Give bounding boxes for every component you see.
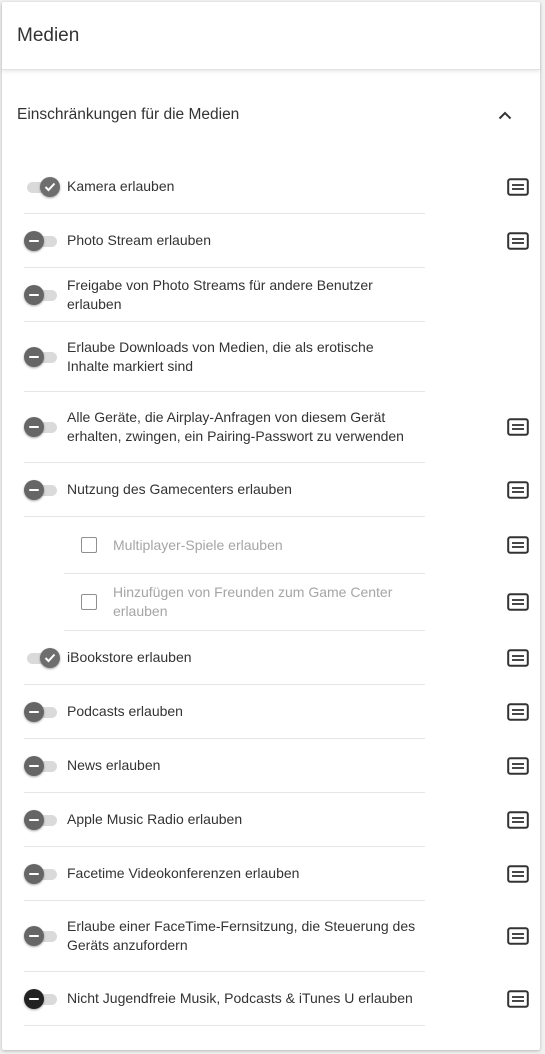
setting-label: Kamera erlauben — [67, 178, 175, 194]
toggle-switch[interactable] — [24, 863, 60, 885]
chevron-up-icon[interactable] — [493, 103, 517, 127]
section-title: Einschränkungen für die Medien — [17, 106, 240, 123]
setting-row: iBookstore erlauben — [24, 631, 529, 685]
check-icon — [40, 176, 60, 197]
setting-row: Facetime Videokonferenzen erlauben — [24, 847, 529, 901]
minus-icon — [24, 809, 44, 830]
checkbox[interactable] — [81, 594, 97, 610]
documentation-icon[interactable] — [507, 231, 529, 250]
toggle-switch[interactable] — [24, 988, 60, 1010]
toggle-switch[interactable] — [24, 647, 60, 669]
page-title: Medien — [17, 24, 80, 46]
documentation-icon[interactable] — [507, 536, 529, 554]
setting-row: Nicht Jugendfreie Musik, Podcasts & iTun… — [24, 972, 529, 1026]
setting-label: iBookstore erlauben — [67, 649, 192, 665]
setting-row: Alle Geräte, die Airplay-Anfragen von di… — [24, 392, 529, 463]
minus-icon — [24, 988, 44, 1009]
toggle-switch[interactable] — [24, 346, 60, 368]
card-header: Medien — [2, 2, 540, 70]
toggle-switch[interactable] — [24, 416, 60, 438]
toggle-switch[interactable] — [24, 925, 60, 947]
documentation-icon[interactable] — [507, 177, 529, 196]
minus-icon — [24, 863, 44, 884]
setting-label: Erlaube Downloads von Medien, die als er… — [67, 338, 374, 374]
setting-label: Nicht Jugendfreie Musik, Podcasts & iTun… — [67, 990, 413, 1006]
setting-row: Kamera erlauben — [24, 160, 529, 214]
toggle-switch[interactable] — [24, 809, 60, 831]
setting-row: Hinzufügen von Freunden zum Game Center … — [64, 574, 529, 631]
setting-row: Erlaube einer FaceTime-Fernsitzung, die … — [24, 901, 529, 972]
setting-row: Photo Stream erlauben — [24, 214, 529, 268]
minus-icon — [24, 701, 44, 722]
setting-label: Freigabe von Photo Streams für andere Be… — [67, 276, 373, 312]
minus-icon — [24, 417, 44, 437]
documentation-icon[interactable] — [507, 480, 529, 499]
toggle-switch[interactable] — [24, 230, 60, 252]
setting-label: Apple Music Radio erlauben — [67, 811, 243, 827]
setting-label: Multiplayer-Spiele erlauben — [113, 536, 283, 553]
setting-row: Podcasts erlauben — [24, 685, 529, 739]
documentation-icon[interactable] — [507, 810, 529, 829]
setting-row: Apple Music Radio erlauben — [24, 793, 529, 847]
setting-row: Freigabe von Photo Streams für andere Be… — [24, 268, 425, 322]
toggle-switch[interactable] — [24, 755, 60, 777]
setting-label: Alle Geräte, die Airplay-Anfragen von di… — [67, 409, 404, 444]
toggle-switch[interactable] — [24, 176, 60, 198]
setting-label: Podcasts erlauben — [67, 703, 183, 719]
documentation-icon[interactable] — [507, 702, 529, 721]
documentation-icon[interactable] — [507, 927, 529, 945]
setting-label: Facetime Videokonferenzen erlauben — [67, 865, 300, 881]
minus-icon — [24, 230, 44, 251]
documentation-icon[interactable] — [507, 989, 529, 1008]
section-header[interactable]: Einschränkungen für die Medien — [2, 70, 540, 160]
toggle-switch[interactable] — [24, 479, 60, 501]
setting-label: Photo Stream erlauben — [67, 232, 211, 248]
setting-label: Nutzung des Gamecenters erlauben — [67, 481, 292, 497]
setting-row: Multiplayer-Spiele erlauben — [64, 517, 529, 574]
media-card: Medien Einschränkungen für die Medien Ka… — [2, 2, 540, 1050]
setting-row: News erlauben — [24, 739, 529, 793]
setting-row: Erlaube Downloads von Medien, die als er… — [24, 322, 425, 392]
minus-icon — [24, 346, 44, 367]
toggle-switch[interactable] — [24, 701, 60, 723]
documentation-icon[interactable] — [507, 756, 529, 775]
documentation-icon[interactable] — [507, 648, 529, 667]
minus-icon — [24, 926, 44, 946]
documentation-icon[interactable] — [507, 864, 529, 883]
check-icon — [40, 647, 60, 668]
toggle-switch[interactable] — [24, 284, 60, 306]
minus-icon — [24, 755, 44, 776]
documentation-icon[interactable] — [507, 418, 529, 436]
setting-row: Nutzung des Gamecenters erlauben — [24, 463, 529, 517]
minus-icon — [24, 479, 44, 500]
setting-label: Hinzufügen von Freunden zum Game Center … — [113, 584, 393, 619]
minus-icon — [24, 284, 44, 305]
setting-label: Erlaube einer FaceTime-Fernsitzung, die … — [67, 918, 416, 953]
setting-label: News erlauben — [67, 757, 161, 773]
checkbox[interactable] — [81, 537, 97, 553]
settings-list: Kamera erlauben Photo Stream erlauben Frei… — [2, 160, 540, 1026]
documentation-icon[interactable] — [507, 593, 529, 611]
